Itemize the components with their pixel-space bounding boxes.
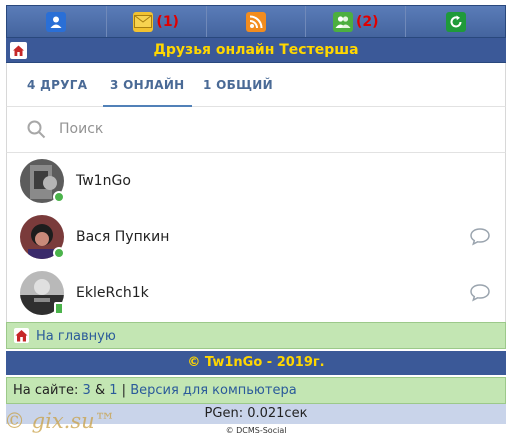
friends-icon	[333, 11, 354, 32]
ampersand-text: &	[94, 383, 106, 398]
top-navigation-bar: (1) (2)	[6, 5, 506, 38]
tab-mutual-friends[interactable]: 1 ОБЩИЙ	[203, 63, 273, 107]
friends-online-list: Tw1nGo Вася Пупкин EkleRch1k	[6, 153, 506, 322]
refresh-nav-button[interactable]	[406, 6, 505, 37]
refresh-icon	[445, 11, 466, 32]
online-users-link[interactable]: 3	[83, 383, 91, 398]
page-title-bar: Друзья онлайн Тестерша	[6, 38, 506, 63]
desktop-version-link[interactable]: Версия для компьютера	[130, 383, 296, 398]
page-title: Друзья онлайн Тестерша	[153, 42, 359, 58]
tab-all-friends[interactable]: 4 ДРУГА	[27, 63, 87, 107]
home-link[interactable]: На главную	[36, 329, 116, 344]
online-label: На сайте:	[13, 383, 79, 398]
message-bubble-icon[interactable]	[469, 283, 491, 306]
friends-nav-button[interactable]: (2)	[306, 6, 407, 37]
friend-row[interactable]: Tw1nGo	[7, 154, 505, 210]
friend-row[interactable]: Вася Пупкин	[7, 210, 505, 266]
friend-name[interactable]: Tw1nGo	[76, 173, 131, 189]
mail-envelope-icon	[133, 11, 154, 32]
friend-name[interactable]: EkleRch1k	[76, 285, 149, 301]
search-placeholder: Поиск	[59, 121, 104, 137]
friend-row[interactable]: EkleRch1k	[7, 266, 505, 322]
home-icon[interactable]	[10, 42, 27, 59]
friend-name[interactable]: Вася Пупкин	[76, 229, 169, 245]
home-link-bar[interactable]: На главную	[6, 322, 506, 349]
home-icon	[14, 328, 29, 347]
search-field[interactable]: Поиск	[6, 107, 506, 153]
mail-count-badge: (1)	[156, 13, 179, 30]
online-status-icon	[53, 247, 65, 259]
mail-nav-button[interactable]: (1)	[106, 6, 207, 37]
online-counter-bar: На сайте: 3 & 1 | Версия для компьютера	[6, 377, 506, 404]
copyright-bar: © Tw1nGo - 2019г.	[6, 351, 506, 375]
watermark-text: © gix.su™	[4, 409, 116, 433]
profile-nav-button[interactable]	[7, 6, 107, 37]
user-profile-icon	[46, 11, 67, 32]
online-status-icon	[53, 191, 65, 203]
online-guests-link[interactable]: 1	[109, 383, 117, 398]
tab-online-friends[interactable]: 3 ОНЛАЙН	[103, 63, 192, 107]
separator-text: |	[121, 383, 127, 398]
rss-feed-icon	[245, 11, 266, 32]
mobile-status-icon	[54, 302, 64, 315]
news-feed-nav-button[interactable]	[206, 6, 307, 37]
friends-count-badge: (2)	[356, 13, 379, 30]
friends-tabs: 4 ДРУГА 3 ОНЛАЙН 1 ОБЩИЙ	[6, 63, 506, 107]
message-bubble-icon[interactable]	[469, 227, 491, 250]
search-icon	[27, 120, 46, 143]
